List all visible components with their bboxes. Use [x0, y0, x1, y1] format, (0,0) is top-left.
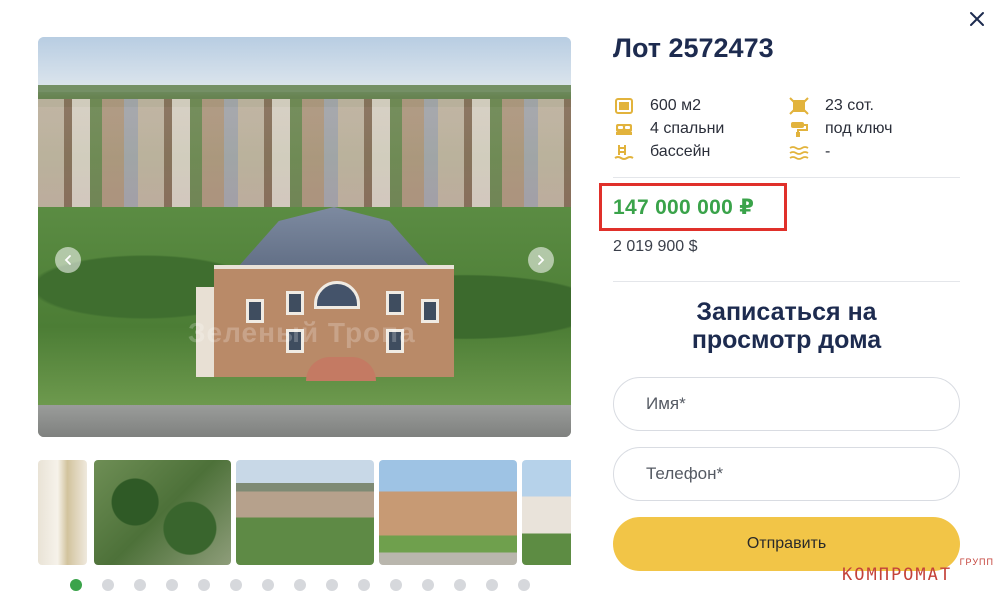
plot-icon — [788, 96, 810, 116]
lot-title: Лот 2572473 — [613, 33, 774, 63]
price-rub: 147 000 000 ₽ — [613, 196, 755, 219]
gallery-dot[interactable] — [230, 579, 242, 591]
gallery-pagination — [70, 579, 530, 591]
gallery-dot[interactable] — [422, 579, 434, 591]
gallery-dot[interactable] — [518, 579, 530, 591]
next-photo-button[interactable] — [528, 247, 554, 273]
gallery-dot[interactable] — [102, 579, 114, 591]
spec-area: 600 м2 — [613, 95, 701, 117]
form-title: Записаться на просмотр дома — [691, 298, 882, 354]
prev-photo-button[interactable] — [55, 247, 81, 273]
phone-input[interactable] — [613, 447, 960, 501]
spec-finish: под ключ — [788, 118, 893, 140]
thumbnail[interactable] — [522, 460, 571, 565]
gallery-dot[interactable] — [390, 579, 402, 591]
paint-roller-icon — [788, 119, 810, 139]
gallery-dot[interactable] — [486, 579, 498, 591]
thumbnail-strip — [38, 460, 571, 565]
gallery-dot[interactable] — [294, 579, 306, 591]
spec-bedrooms: 4 спальни — [613, 118, 724, 140]
chevron-right-icon — [538, 255, 545, 265]
divider — [613, 177, 960, 178]
chevron-left-icon — [64, 255, 71, 265]
gallery-dot[interactable] — [198, 579, 210, 591]
thumbnail[interactable] — [379, 460, 517, 565]
area-icon — [613, 96, 635, 116]
gallery-dot[interactable] — [166, 579, 178, 591]
close-icon[interactable] — [964, 6, 990, 32]
spec-plot: 23 сот. — [788, 95, 874, 117]
gallery-dot[interactable] — [358, 579, 370, 591]
main-photo: Зеленый Тропа — [38, 37, 571, 437]
spec-water: - — [788, 141, 830, 163]
house-image — [196, 207, 472, 381]
bed-icon — [613, 119, 635, 139]
pool-ladder-icon — [613, 142, 635, 162]
gallery-dot[interactable] — [70, 579, 82, 591]
gallery-dot[interactable] — [454, 579, 466, 591]
gallery-dot[interactable] — [262, 579, 274, 591]
divider — [613, 281, 960, 282]
gallery-dot[interactable] — [326, 579, 338, 591]
thumbnail[interactable] — [236, 460, 374, 565]
thumbnail[interactable] — [38, 460, 87, 565]
spec-pool: бассейн — [613, 141, 710, 163]
gallery-dot[interactable] — [134, 579, 146, 591]
photo-watermark: Зеленый Тропа — [188, 317, 416, 348]
brand-watermark: ГРУПП КОМПРОМАТ — [842, 557, 994, 585]
name-input[interactable] — [613, 377, 960, 431]
price-usd: 2 019 900 $ — [613, 238, 698, 255]
thumbnail[interactable] — [94, 460, 231, 565]
water-waves-icon — [788, 142, 810, 162]
